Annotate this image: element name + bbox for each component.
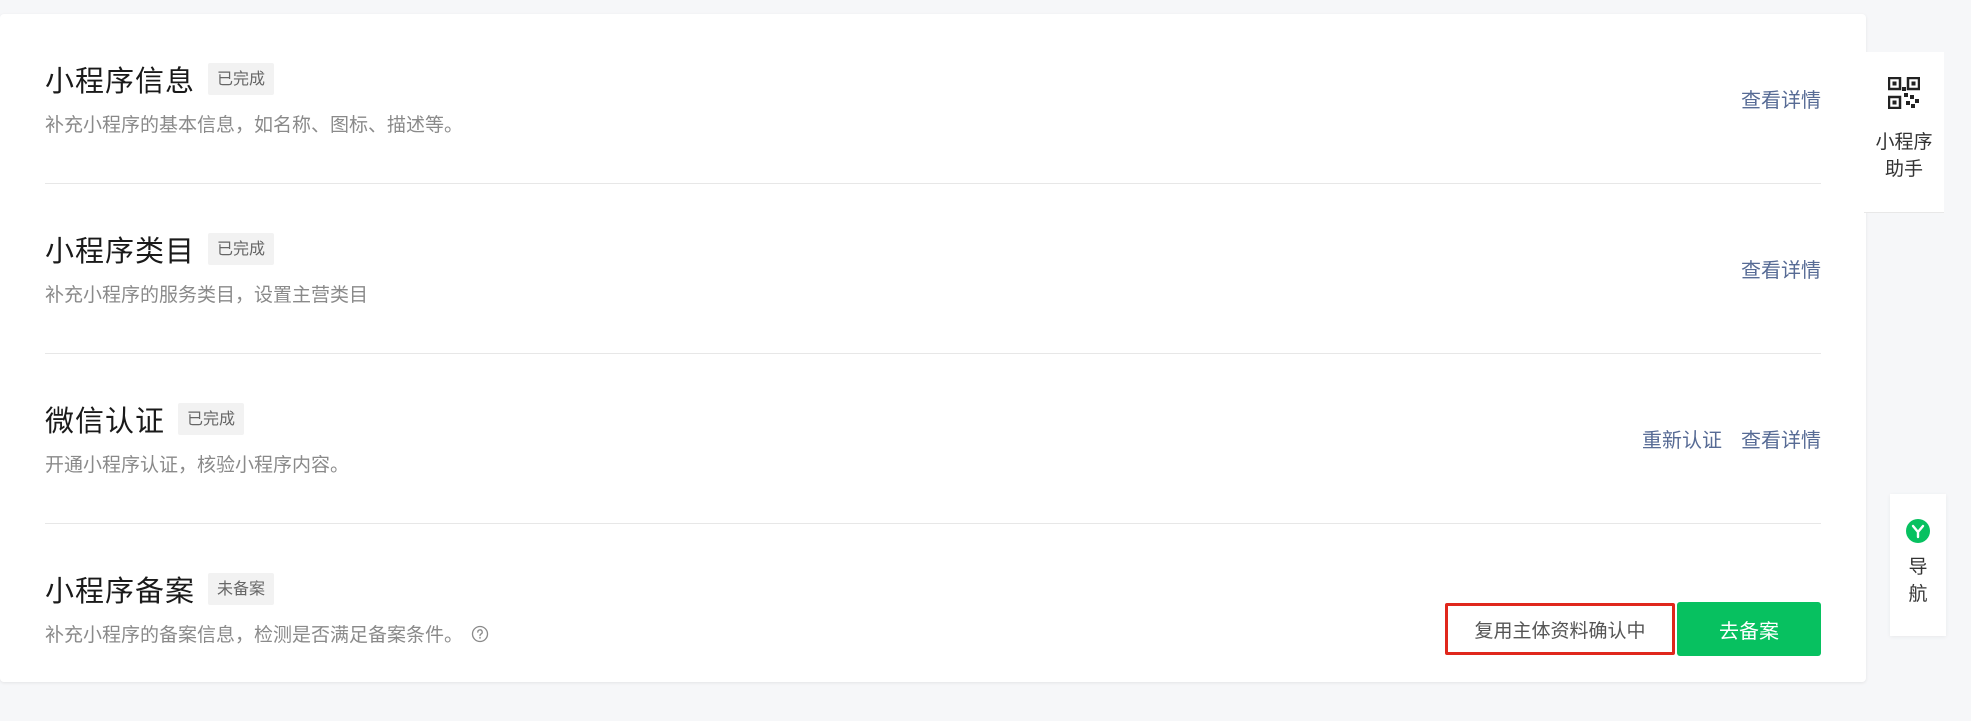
section-mini-program-category: 小程序类目 已完成 补充小程序的服务类目，设置主营类目 查看详情: [45, 184, 1821, 354]
section-title: 小程序类目: [45, 234, 196, 268]
status-badge: 已完成: [208, 63, 275, 95]
section-description: 补充小程序的备案信息，检测是否满足备案条件。: [45, 620, 489, 647]
section-title-line: 小程序类目 已完成: [45, 228, 275, 270]
section-title: 微信认证: [45, 404, 166, 438]
nav-badge-icon: [1905, 518, 1931, 548]
view-details-link[interactable]: 查看详情: [1741, 254, 1821, 283]
section-description: 补充小程序的服务类目，设置主营类目: [45, 280, 368, 307]
helper-label: 小程序助手: [1875, 131, 1933, 180]
section-actions: 查看详情: [1741, 84, 1821, 113]
section-title-line: 微信认证 已完成: [45, 398, 245, 440]
view-details-link[interactable]: 查看详情: [1741, 424, 1821, 453]
section-mini-program-filing: 小程序备案 未备案 补充小程序的备案信息，检测是否满足备案条件。 复用主体资料确…: [45, 524, 1821, 682]
section-description: 补充小程序的基本信息，如名称、图标、描述等。: [45, 110, 463, 137]
section-actions: 重新认证 查看详情: [1642, 424, 1821, 453]
section-wechat-verification: 微信认证 已完成 开通小程序认证，核验小程序内容。 重新认证 查看详情: [45, 354, 1821, 524]
mini-program-helper-panel[interactable]: 小程序助手: [1864, 52, 1944, 213]
section-title-line: 小程序信息 已完成: [45, 58, 275, 100]
section-description-text: 补充小程序的基本信息，如名称、图标、描述等。: [45, 114, 464, 136]
section-description-text: 补充小程序的服务类目，设置主营类目: [45, 284, 369, 306]
qr-code-icon: [1887, 76, 1921, 113]
filing-status-button[interactable]: 复用主体资料确认中: [1445, 603, 1675, 655]
section-actions: 查看详情: [1741, 254, 1821, 283]
help-circle-icon[interactable]: [471, 625, 489, 643]
settings-card: 小程序信息 已完成 补充小程序的基本信息，如名称、图标、描述等。 查看详情 小程…: [0, 14, 1866, 682]
section-description-text: 补充小程序的备案信息，检测是否满足备案条件。: [45, 624, 464, 646]
status-badge: 未备案: [208, 573, 275, 605]
section-description: 开通小程序认证，核验小程序内容。: [45, 450, 349, 477]
filing-actions: 复用主体资料确认中 去备案: [1445, 602, 1821, 656]
section-mini-program-info: 小程序信息 已完成 补充小程序的基本信息，如名称、图标、描述等。 查看详情: [45, 14, 1821, 184]
go-filing-button[interactable]: 去备案: [1677, 602, 1821, 656]
reverify-link[interactable]: 重新认证: [1642, 424, 1722, 453]
section-title-line: 小程序备案 未备案: [45, 568, 275, 610]
nav-label: 导航: [1908, 556, 1928, 605]
nav-floating-button[interactable]: 导航: [1890, 494, 1946, 636]
view-details-link[interactable]: 查看详情: [1741, 84, 1821, 113]
status-badge: 已完成: [178, 403, 245, 435]
section-title: 小程序备案: [45, 574, 196, 608]
section-description-text: 开通小程序认证，核验小程序内容。: [45, 454, 350, 476]
section-title: 小程序信息: [45, 64, 196, 98]
status-badge: 已完成: [208, 233, 275, 265]
